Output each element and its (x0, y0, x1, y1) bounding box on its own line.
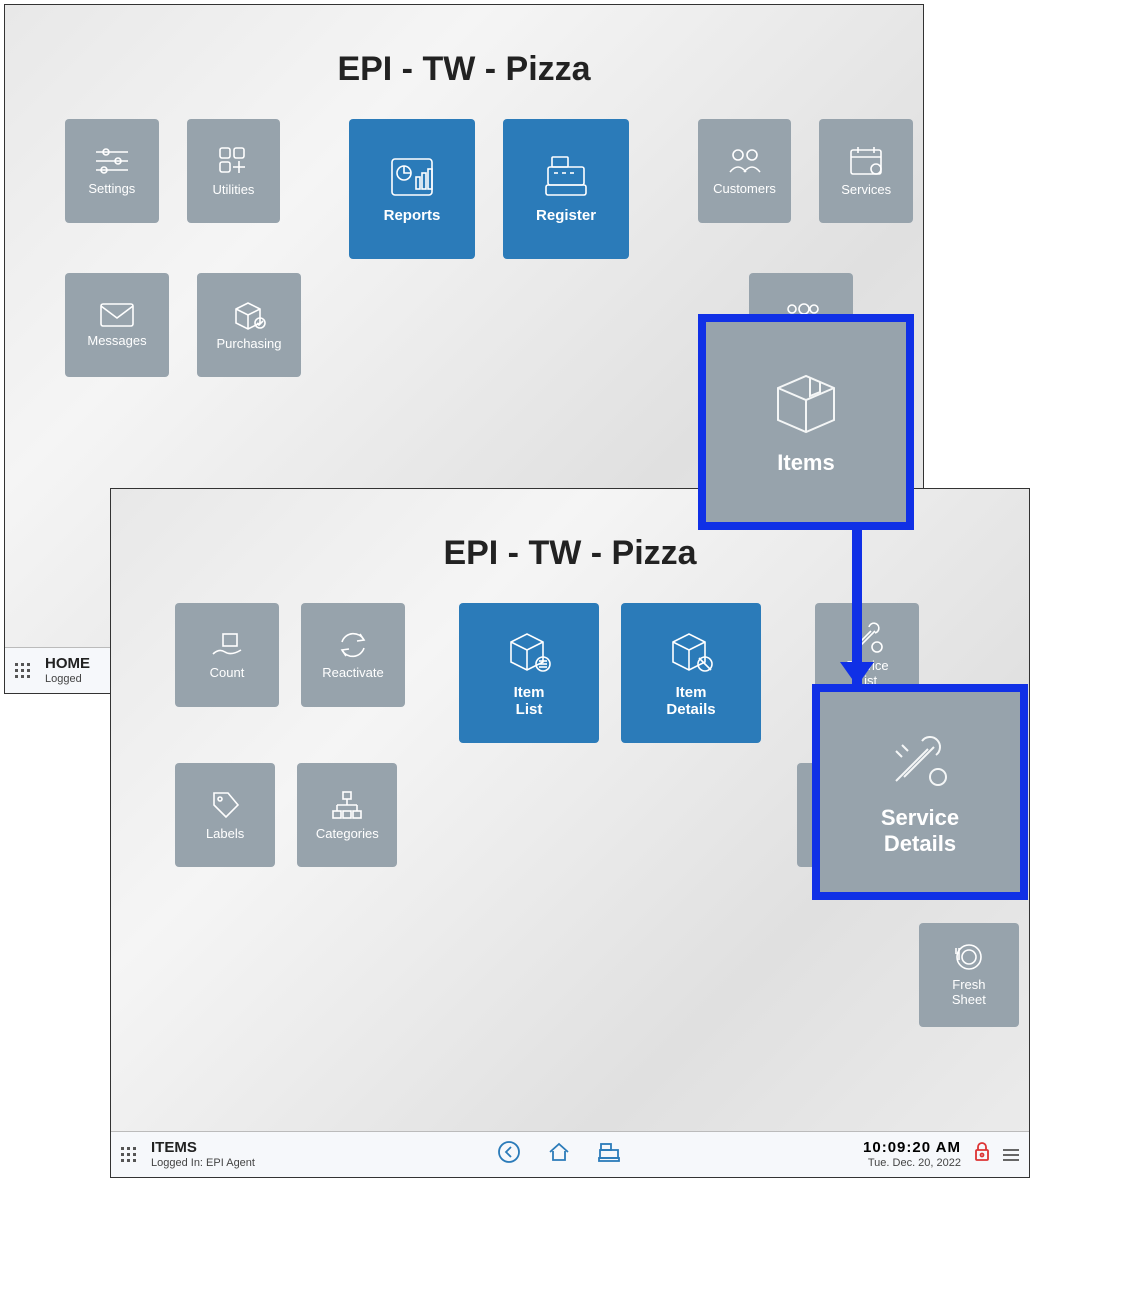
tile-label: Labels (206, 827, 244, 842)
tile-label: Item List (514, 684, 545, 719)
lock-icon (973, 1141, 991, 1163)
categories-tile[interactable]: Categories (297, 763, 397, 867)
grip-icon[interactable] (121, 1147, 137, 1163)
logged-in-label: Logged (45, 673, 90, 685)
register-button[interactable] (597, 1140, 621, 1169)
callout-label: Service Details (881, 805, 959, 857)
status-right: 10:09:20 AM Tue. Dec. 20, 2022 (863, 1140, 1019, 1169)
apps-icon (217, 145, 249, 177)
reports-tile[interactable]: Reports (349, 119, 475, 259)
settings-tile[interactable]: Settings (65, 119, 159, 223)
people-icon (726, 146, 764, 176)
item-details-tile[interactable]: Item Details (621, 603, 761, 743)
messages-tile[interactable]: Messages (65, 273, 169, 377)
reactivate-tile[interactable]: Reactivate (301, 603, 405, 707)
plate-icon (953, 942, 985, 972)
grip-icon[interactable] (15, 663, 31, 679)
arrow-connector (852, 530, 862, 684)
register-icon (540, 153, 592, 201)
clock: 10:09:20 AM Tue. Dec. 20, 2022 (863, 1140, 961, 1169)
tile-label: Messages (87, 334, 146, 349)
customers-tile[interactable]: Customers (698, 119, 792, 223)
box-detail-icon (663, 628, 719, 678)
status-center (269, 1140, 849, 1169)
chevron-left-circle-icon (497, 1140, 521, 1164)
tile-label: Register (536, 207, 596, 224)
tile-label: Customers (713, 182, 776, 197)
tile-label: Settings (88, 182, 135, 197)
utilities-tile[interactable]: Utilities (187, 119, 281, 223)
screen-name: HOME (45, 656, 90, 673)
count-tile[interactable]: Count (175, 603, 279, 707)
services-tile[interactable]: Services (819, 119, 913, 223)
lock-button[interactable] (973, 1141, 991, 1168)
home-icon (547, 1140, 571, 1164)
logged-in-label: Logged In: EPI Agent (151, 1157, 255, 1169)
report-icon (386, 153, 438, 201)
purchasing-tile[interactable]: Purchasing (197, 273, 301, 377)
date-label: Tue. Dec. 20, 2022 (863, 1157, 961, 1169)
tile-label: Reactivate (322, 666, 383, 681)
back-button[interactable] (497, 1140, 521, 1169)
status-bar: ITEMS Logged In: EPI Agent 10:09:20 AM T… (111, 1131, 1029, 1177)
fresh-sheet-tile[interactable]: Fresh Sheet (919, 923, 1019, 1027)
tile-label: Reports (384, 207, 441, 224)
refresh-icon (336, 630, 370, 660)
hierarchy-icon (329, 789, 365, 821)
home-button[interactable] (547, 1140, 571, 1169)
envelope-icon (99, 302, 135, 328)
tile-label: Purchasing (216, 337, 281, 352)
screen-name: ITEMS (151, 1140, 255, 1157)
sliders-icon (94, 146, 130, 176)
register-small-icon (597, 1140, 621, 1164)
box-check-icon (230, 299, 268, 331)
tile-label: Count (210, 666, 245, 681)
tile-label: Categories (316, 827, 379, 842)
time-label: 10:09:20 AM (863, 1140, 961, 1157)
box-list-icon (501, 628, 557, 678)
box-icon (766, 368, 846, 438)
page-title: EPI - TW - Pizza (5, 5, 923, 119)
calendar-icon (848, 145, 884, 177)
tools-large-icon (882, 727, 958, 795)
status-left: HOME Logged (45, 656, 90, 685)
tile-label: Utilities (213, 183, 255, 198)
items-callout[interactable]: Items (698, 314, 914, 530)
tile-label: Item Details (666, 684, 715, 719)
tag-icon (208, 789, 242, 821)
tile-label: Fresh Sheet (952, 978, 986, 1008)
item-list-tile[interactable]: Item List (459, 603, 599, 743)
register-tile[interactable]: Register (503, 119, 629, 259)
tile-label: Services (841, 183, 891, 198)
labels-tile[interactable]: Labels (175, 763, 275, 867)
callout-label: Items (777, 450, 834, 476)
hand-box-icon (209, 630, 245, 660)
service-details-callout[interactable]: Service Details (812, 684, 1028, 900)
status-left: ITEMS Logged In: EPI Agent (151, 1140, 255, 1169)
menu-button[interactable] (1003, 1149, 1019, 1161)
